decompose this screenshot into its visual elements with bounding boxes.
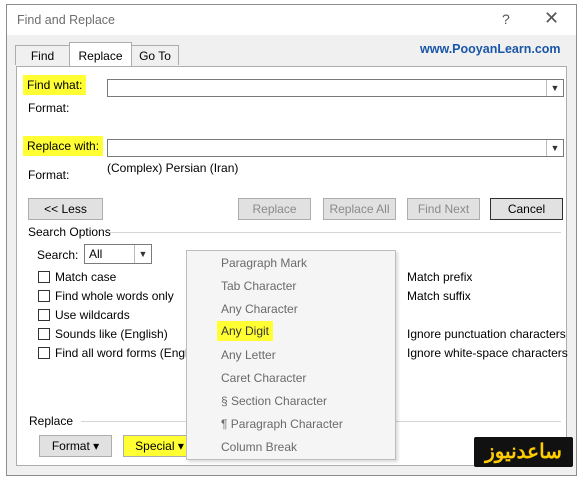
match-prefix-label: Match prefix <box>407 270 473 284</box>
find-next-button[interactable]: Find Next <box>407 198 480 220</box>
help-button[interactable]: ? <box>502 11 510 27</box>
sounds-like-label: Sounds like (English) <box>55 327 168 341</box>
menu-item-column-break[interactable]: Column Break <box>221 440 297 454</box>
menu-item-paragraph-mark[interactable]: Paragraph Mark <box>221 256 307 270</box>
menu-item-any-digit[interactable]: Any Digit <box>217 321 274 341</box>
find-what-input[interactable]: ▼ <box>107 79 564 97</box>
tab-replace-label: Replace <box>78 49 123 63</box>
special-menu: Paragraph Mark Tab Character Any Charact… <box>186 250 396 460</box>
menu-item-paragraph-character[interactable]: ¶ Paragraph Character <box>221 417 343 431</box>
chevron-down-icon[interactable]: ▼ <box>134 245 151 263</box>
wildcards-checkbox[interactable] <box>38 309 50 321</box>
close-button[interactable]: ✕ <box>544 8 559 29</box>
cancel-button[interactable]: Cancel <box>490 198 563 220</box>
word-forms-checkbox[interactable] <box>38 347 50 359</box>
whole-words-label: Find whole words only <box>55 289 174 303</box>
tab-goto[interactable]: Go To <box>131 45 179 65</box>
find-what-label: Find what: <box>23 75 87 95</box>
divider <box>109 232 561 233</box>
replace-format-label: Format: <box>28 168 70 182</box>
menu-item-caret-character[interactable]: Caret Character <box>221 371 306 385</box>
sounds-like-checkbox[interactable] <box>38 328 50 340</box>
word-forms-label: Find all word forms (English) <box>55 346 208 360</box>
wildcards-label: Use wildcards <box>55 308 130 322</box>
less-button[interactable]: << Less <box>28 198 103 220</box>
whole-words-checkbox[interactable] <box>38 290 50 302</box>
match-case-label: Match case <box>55 270 117 284</box>
menu-item-any-character[interactable]: Any Character <box>221 302 298 316</box>
ignore-punctuation-label: Ignore punctuation characters <box>407 327 566 341</box>
watermark-logo: ساعدنیوز <box>474 437 573 467</box>
menu-item-section-character[interactable]: § Section Character <box>221 394 327 408</box>
title-bar: Find and Replace ? ✕ <box>7 5 576 35</box>
replace-with-input[interactable]: ▼ <box>107 139 564 157</box>
replace-format-value: (Complex) Persian (Iran) <box>107 161 239 175</box>
format-button[interactable]: Format ▾ <box>39 435 112 457</box>
menu-item-any-letter[interactable]: Any Letter <box>221 348 276 362</box>
replace-section-header: Replace <box>29 414 74 428</box>
search-direction-value: All <box>89 247 103 261</box>
search-options-header: Search Options <box>28 225 111 239</box>
match-case-checkbox[interactable] <box>38 271 50 283</box>
brand-text: www.PooyanLearn.com <box>420 42 561 56</box>
tab-replace[interactable]: Replace <box>69 42 132 67</box>
tab-find-label: Find <box>30 49 55 63</box>
replace-button[interactable]: Replace <box>238 198 311 220</box>
menu-item-tab-character[interactable]: Tab Character <box>221 279 296 293</box>
tab-find[interactable]: Find <box>15 45 70 65</box>
window-title: Find and Replace <box>17 13 115 27</box>
chevron-down-icon[interactable]: ▼ <box>546 80 563 96</box>
replace-all-button[interactable]: Replace All <box>323 198 396 220</box>
find-format-label: Format: <box>28 101 70 115</box>
chevron-down-icon[interactable]: ▼ <box>546 140 563 156</box>
search-label: Search: <box>37 248 79 262</box>
search-direction-select[interactable]: All ▼ <box>84 244 152 264</box>
ignore-whitespace-label: Ignore white-space characters <box>407 346 568 360</box>
tab-goto-label: Go To <box>139 49 171 63</box>
replace-with-label: Replace with: <box>23 136 104 156</box>
match-suffix-label: Match suffix <box>407 289 471 303</box>
